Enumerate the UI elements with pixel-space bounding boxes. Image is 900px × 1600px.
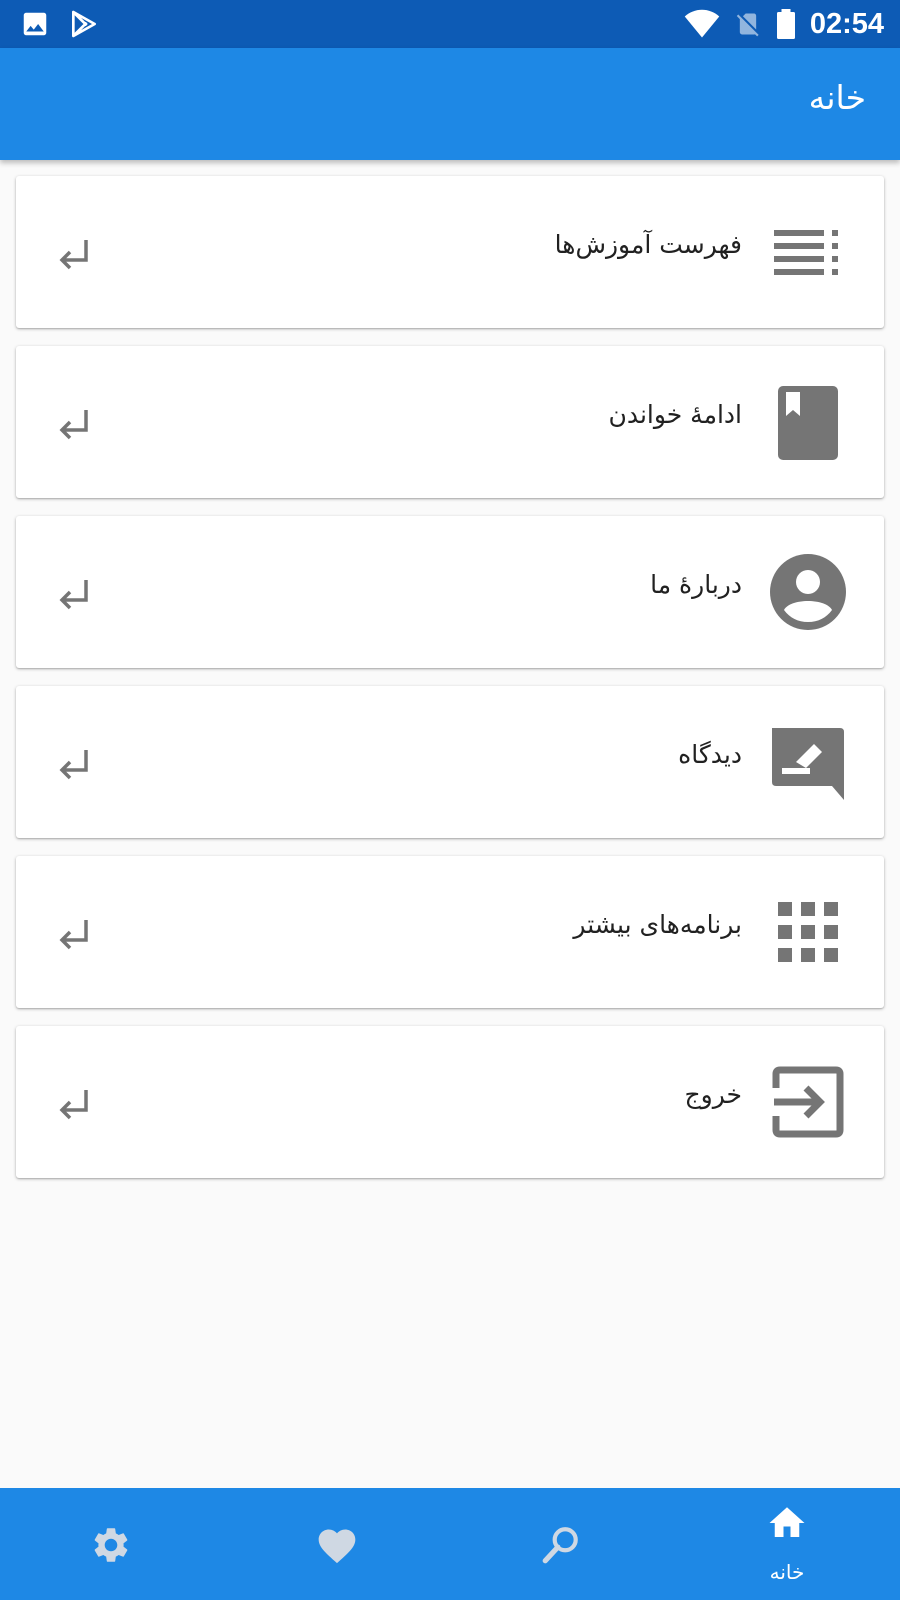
app-bar: خانه [0,48,900,160]
image-icon [23,12,47,36]
play-store-icon [72,10,96,38]
heart-icon [318,1529,356,1564]
menu-item-about-us[interactable]: دربارهٔ ما [16,516,884,668]
battery-icon [776,9,795,39]
menu-item-continue-reading[interactable]: ادامهٔ خواندن [16,346,884,498]
settings-icon [94,1528,128,1562]
menu-item-label: ادامهٔ خواندن [608,400,742,429]
no-sim-icon [736,13,759,37]
home-icon [769,1507,805,1537]
menu-item-label: دیدگاه [678,740,742,769]
menu-item-feedback[interactable]: دیدگاه [16,686,884,838]
return-arrow-icon [59,1090,88,1120]
search-icon [542,1527,578,1564]
menu-item-label: فهرست آموزش‌ها [554,230,742,259]
menu-item-exit[interactable]: خروج [16,1026,884,1178]
menu-item-more-apps[interactable]: برنامه‌های بیشتر [16,856,884,1008]
menu-list: فهرست آموزش‌ها ادامهٔ خواندن دربارهٔ ما [16,176,884,1196]
page-title: خانه [808,78,866,117]
menu-item-tutorials[interactable]: فهرست آموزش‌ها [16,176,884,328]
nav-settings[interactable] [52,1488,172,1600]
nav-home-label: خانه [769,1560,805,1584]
bottom-navigation: خانه [0,1488,900,1600]
menu-item-label: دربارهٔ ما [650,570,742,599]
status-bar: 02:54 [0,0,900,48]
return-arrow-icon [59,750,88,780]
return-arrow-icon [59,410,88,440]
nav-home[interactable]: خانه [727,1488,847,1600]
nav-favorites[interactable] [277,1488,397,1600]
status-time: 02:54 [809,7,884,40]
list-icon [774,230,838,275]
menu-item-label: خروج [684,1080,742,1109]
apps-grid-icon [778,902,838,962]
menu-item-label: برنامه‌های بیشتر [573,910,742,939]
feedback-icon [772,728,844,800]
return-arrow-icon [59,580,88,610]
account-circle-icon [770,554,846,630]
nav-search[interactable] [502,1488,622,1600]
exit-icon [772,1066,844,1138]
wifi-icon [684,9,720,38]
bookmark-book-icon [778,386,838,460]
return-arrow-icon [59,240,88,270]
return-arrow-icon [59,920,88,950]
